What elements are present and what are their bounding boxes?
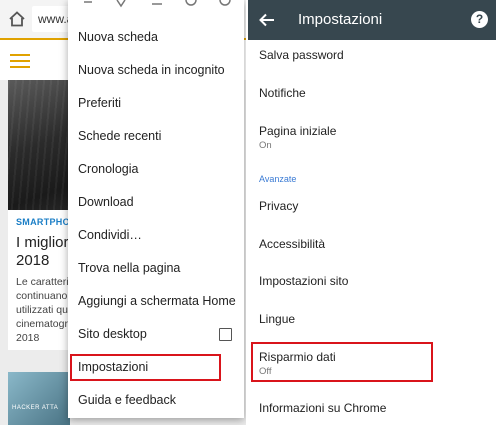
- menu-item-share[interactable]: Condividi…: [68, 219, 244, 252]
- download-icon[interactable]: [150, 0, 164, 10]
- menu-item-label: Trova nella pagina: [78, 261, 181, 275]
- settings-panel: Impostazioni ? Salva password Notifiche …: [248, 0, 496, 425]
- menu-item-label: Condividi…: [78, 228, 142, 242]
- menu-item-desktop-site[interactable]: Sito desktop: [68, 318, 244, 351]
- menu-item-incognito[interactable]: Nuova scheda in incognito: [68, 54, 244, 87]
- desktop-site-checkbox[interactable]: [219, 328, 232, 341]
- menu-item-add-to-home[interactable]: Aggiungi a schermata Home: [68, 285, 244, 318]
- data-saver-highlight-box: [251, 342, 433, 382]
- home-icon[interactable]: [8, 10, 26, 28]
- second-article-image[interactable]: [8, 372, 70, 425]
- menu-item-recent-tabs[interactable]: Schede recenti: [68, 120, 244, 153]
- menu-item-new-tab[interactable]: Nuova scheda: [68, 21, 244, 54]
- menu-item-label: Aggiungi a schermata Home: [78, 294, 236, 308]
- section-advanced-label: Avanzate: [259, 174, 297, 184]
- setting-notifications[interactable]: Notifiche: [259, 86, 306, 100]
- setting-languages[interactable]: Lingue: [259, 312, 295, 326]
- setting-accessibility[interactable]: Accessibilità: [259, 237, 325, 251]
- browser-panel: www.a SMARTPHON I miglior 2018 Le caratt…: [0, 0, 246, 425]
- setting-site-settings[interactable]: Impostazioni sito: [259, 274, 348, 288]
- second-article-label: HACKER ATTA: [12, 405, 59, 411]
- setting-home-page[interactable]: Pagina iniziale: [259, 124, 336, 138]
- forward-icon[interactable]: [82, 0, 96, 10]
- back-arrow-icon[interactable]: [258, 11, 276, 29]
- page-title: Impostazioni: [298, 11, 383, 28]
- menu-item-label: Nuova scheda: [78, 30, 158, 44]
- settings-app-bar: Impostazioni ?: [248, 0, 496, 40]
- setting-about-chrome[interactable]: Informazioni su Chrome: [259, 401, 386, 415]
- bookmark-star-icon[interactable]: [114, 0, 128, 10]
- setting-save-passwords[interactable]: Salva password: [259, 48, 344, 62]
- menu-item-label: Nuova scheda in incognito: [78, 63, 225, 77]
- menu-item-bookmarks[interactable]: Preferiti: [68, 87, 244, 120]
- menu-item-label: Sito desktop: [78, 327, 147, 341]
- menu-item-history[interactable]: Cronologia: [68, 153, 244, 186]
- menu-item-label: Download: [78, 195, 134, 209]
- menu-item-downloads[interactable]: Download: [68, 186, 244, 219]
- hamburger-menu-icon[interactable]: [10, 54, 30, 68]
- menu-item-label: Preferiti: [78, 96, 122, 110]
- menu-item-label: Guida e feedback: [78, 393, 176, 407]
- help-icon[interactable]: ?: [471, 11, 488, 28]
- setting-home-page-status: On: [259, 140, 272, 151]
- menu-toolbar: [68, 0, 244, 16]
- setting-privacy[interactable]: Privacy: [259, 199, 298, 213]
- menu-item-help-feedback[interactable]: Guida e feedback: [68, 384, 244, 417]
- info-icon[interactable]: [184, 0, 198, 10]
- menu-item-label: Schede recenti: [78, 129, 162, 143]
- menu-item-label: Cronologia: [78, 162, 139, 176]
- menu-item-find-in-page[interactable]: Trova nella pagina: [68, 252, 244, 285]
- refresh-icon[interactable]: [218, 0, 232, 10]
- settings-highlight-box: [70, 354, 221, 381]
